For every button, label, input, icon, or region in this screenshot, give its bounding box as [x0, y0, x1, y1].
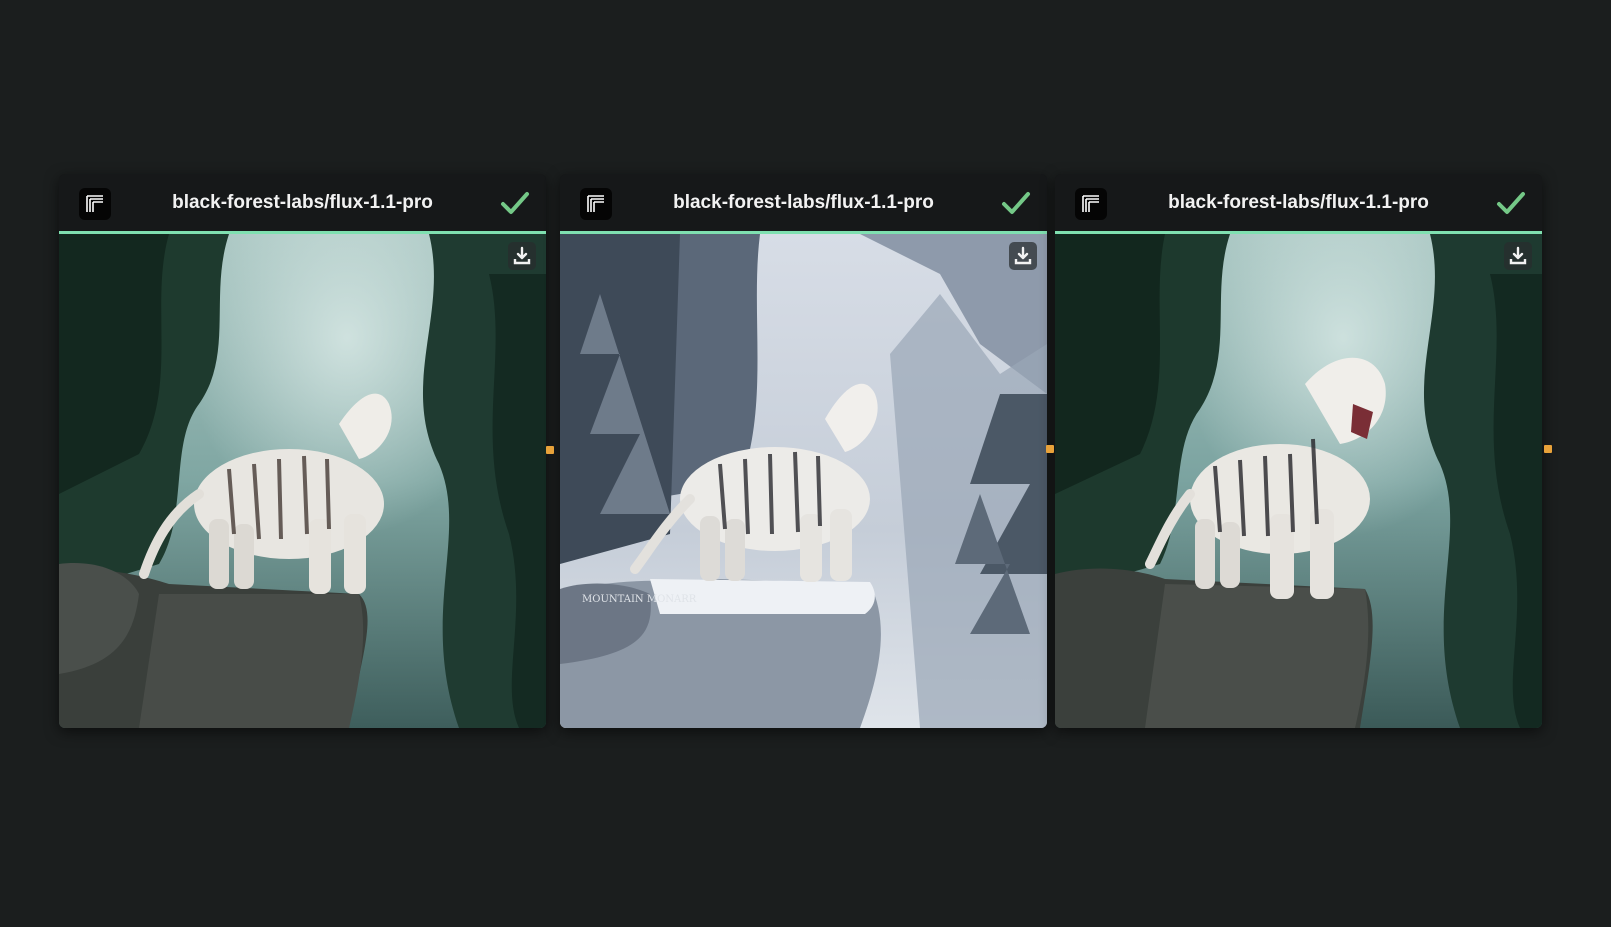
output-port-connector[interactable]: [1544, 445, 1552, 453]
replicate-logo-icon: [1075, 188, 1107, 220]
output-port-connector[interactable]: [546, 446, 554, 454]
image-node-2[interactable]: black-forest-labs/flux-1.1-pro MOUNTAIN …: [560, 174, 1047, 728]
download-button[interactable]: [1009, 242, 1037, 270]
generated-image-snow-tiger[interactable]: MOUNTAIN MONARR: [560, 234, 1047, 728]
image-node-3[interactable]: black-forest-labs/flux-1.1-pro: [1055, 174, 1542, 728]
download-button[interactable]: [508, 242, 536, 270]
download-icon: [513, 246, 531, 265]
download-icon: [1014, 246, 1032, 265]
output-port-connector[interactable]: [1046, 445, 1054, 453]
replicate-logo-icon: [580, 188, 612, 220]
node-header: black-forest-labs/flux-1.1-pro: [1055, 174, 1542, 234]
image-node-1[interactable]: black-forest-labs/flux-1.1-pro: [59, 174, 546, 728]
checkmark-icon: [1497, 192, 1525, 214]
download-icon: [1509, 246, 1527, 265]
node-header: black-forest-labs/flux-1.1-pro: [560, 174, 1047, 234]
workflow-canvas[interactable]: black-forest-labs/flux-1.1-pro black-for…: [0, 0, 1611, 927]
download-button[interactable]: [1504, 242, 1532, 270]
checkmark-icon: [501, 192, 529, 214]
model-name: black-forest-labs/flux-1.1-pro: [172, 192, 433, 213]
rock-inscription: MOUNTAIN MONARR: [582, 594, 697, 605]
model-name: black-forest-labs/flux-1.1-pro: [1168, 192, 1429, 213]
checkmark-icon: [1002, 192, 1030, 214]
model-name: black-forest-labs/flux-1.1-pro: [673, 192, 934, 213]
replicate-logo-icon: [79, 188, 111, 220]
generated-image-roaring-tiger[interactable]: [1055, 234, 1542, 728]
generated-image-jungle-tiger[interactable]: [59, 234, 546, 728]
node-header: black-forest-labs/flux-1.1-pro: [59, 174, 546, 234]
